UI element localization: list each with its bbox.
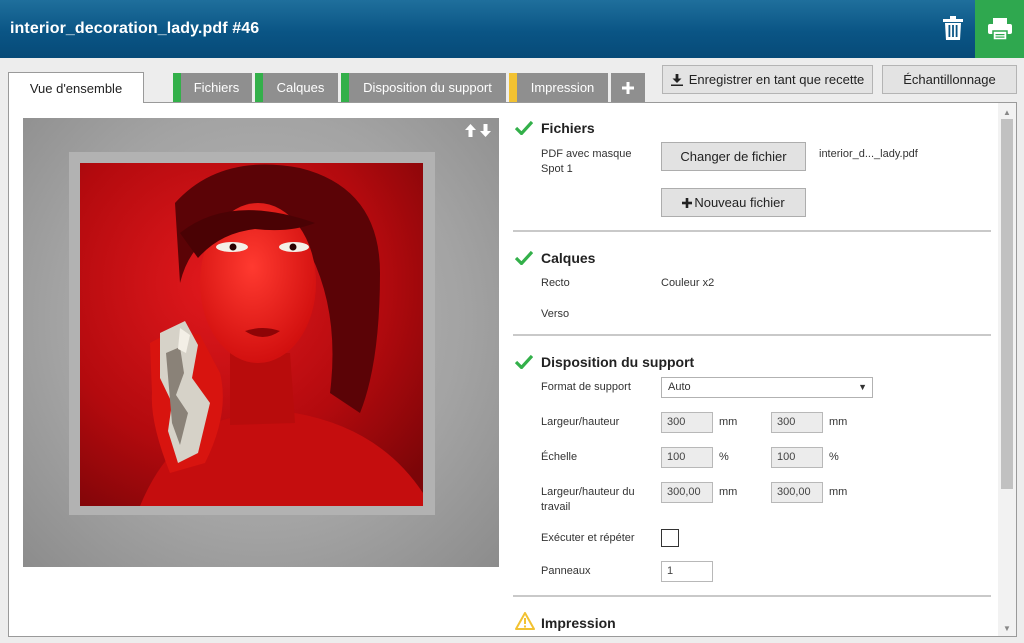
arrow-up-icon[interactable] xyxy=(465,124,476,137)
section-divider xyxy=(513,595,991,597)
overview-panel: Fichiers PDF avec masque Spot 1 Changer … xyxy=(8,102,1017,637)
tab-print[interactable]: Impression xyxy=(509,73,608,102)
width-height-label: Largeur/hauteur xyxy=(541,416,620,428)
media-layout-section-title: Disposition du support xyxy=(541,354,695,370)
tab-media-layout[interactable]: Disposition du support xyxy=(341,73,506,102)
scrollbar-thumb[interactable] xyxy=(1001,119,1013,489)
artwork-image xyxy=(80,163,423,506)
scale-label: Échelle xyxy=(541,451,578,463)
scale-x-unit: % xyxy=(719,451,729,463)
add-tab-button[interactable] xyxy=(611,73,645,102)
settings-column: Fichiers PDF avec masque Spot 1 Changer … xyxy=(513,103,993,636)
print-button[interactable] xyxy=(975,0,1024,58)
check-icon xyxy=(515,250,533,265)
tab-layers[interactable]: Calques xyxy=(255,73,338,102)
height-input[interactable]: 300 xyxy=(771,412,823,433)
download-icon xyxy=(670,73,683,86)
check-icon xyxy=(515,354,533,369)
media-format-select[interactable]: Auto ▼ xyxy=(661,377,873,398)
save-as-recipe-label: Enregistrer en tant que recette xyxy=(688,72,865,87)
scale-x-input[interactable]: 100 xyxy=(661,447,713,468)
sampling-button[interactable]: Échantillonnage xyxy=(882,65,1017,94)
delete-button[interactable] xyxy=(934,8,972,48)
title-bar: interior_decoration_lady.pdf #46 xyxy=(0,0,1024,58)
scale-y-input[interactable]: 100 xyxy=(771,447,823,468)
step-repeat-checkbox[interactable] xyxy=(661,529,679,547)
width-unit: mm xyxy=(719,416,738,428)
change-file-button[interactable]: Changer de fichier xyxy=(661,142,806,171)
warning-icon xyxy=(515,612,535,630)
preview-orientation-controls[interactable] xyxy=(465,124,491,137)
section-divider xyxy=(513,230,991,232)
media-format-label: Format de support xyxy=(541,381,631,393)
printer-icon xyxy=(987,18,1012,40)
tab-files[interactable]: Fichiers xyxy=(173,73,252,102)
work-height-unit: mm xyxy=(829,486,848,498)
work-size-label: Largeur/hauteur du travail xyxy=(541,486,635,513)
scale-y-unit: % xyxy=(829,451,839,463)
panels-input[interactable]: 1 xyxy=(661,561,713,582)
work-width-input[interactable]: 300,00 xyxy=(661,482,713,503)
trash-icon xyxy=(943,16,963,40)
caret-down-icon: ▼ xyxy=(858,382,867,392)
layers-section-title: Calques xyxy=(541,250,596,266)
panels-label: Panneaux xyxy=(541,565,591,577)
new-file-label: Nouveau fichier xyxy=(694,195,785,210)
print-preview xyxy=(23,118,499,567)
front-label: Recto xyxy=(541,277,570,289)
height-unit: mm xyxy=(829,416,848,428)
plus-icon xyxy=(682,197,693,208)
width-input[interactable]: 300 xyxy=(661,412,713,433)
document-title: interior_decoration_lady.pdf #46 xyxy=(10,20,260,37)
work-width-unit: mm xyxy=(719,486,738,498)
work-height-input[interactable]: 300,00 xyxy=(771,482,823,503)
plus-icon xyxy=(622,81,634,94)
step-repeat-label: Exécuter et répéter xyxy=(541,532,635,544)
scroll-down-icon[interactable]: ▼ xyxy=(998,621,1016,635)
arrow-down-icon[interactable] xyxy=(480,124,491,137)
print-section-title: Impression xyxy=(541,615,616,631)
scroll-up-icon[interactable]: ▲ xyxy=(998,105,1016,119)
file-type-label: PDF avec masque Spot 1 xyxy=(541,148,632,175)
files-section-title: Fichiers xyxy=(541,120,595,136)
settings-scrollbar[interactable]: ▲ ▼ xyxy=(998,103,1016,636)
new-file-button[interactable]: Nouveau fichier xyxy=(661,188,806,217)
save-as-recipe-button[interactable]: Enregistrer en tant que recette xyxy=(662,65,873,94)
media-format-value: Auto xyxy=(668,381,691,393)
file-name: interior_d..._lady.pdf xyxy=(819,148,918,160)
check-icon xyxy=(515,120,533,135)
front-value: Couleur x2 xyxy=(661,277,715,289)
section-divider xyxy=(513,334,991,336)
tab-overview[interactable]: Vue d'ensemble xyxy=(8,72,144,103)
back-label: Verso xyxy=(541,308,570,320)
